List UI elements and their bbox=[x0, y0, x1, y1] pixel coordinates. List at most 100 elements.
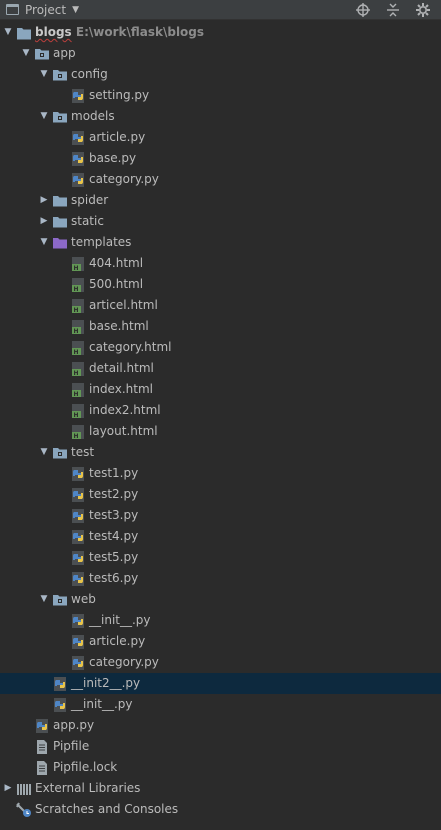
tree-row-config[interactable]: ▼ config bbox=[0, 64, 441, 85]
html-file-icon: H bbox=[70, 424, 86, 440]
python-file-icon bbox=[70, 172, 86, 188]
tree-item-label: category.py bbox=[89, 169, 159, 190]
tree-row-article-py[interactable]: article.py bbox=[0, 127, 441, 148]
tree-item-name: __init__.py bbox=[89, 613, 151, 627]
project-view-title[interactable]: Project bbox=[25, 3, 66, 17]
tree-row-setting-py[interactable]: setting.py bbox=[0, 85, 441, 106]
project-tree: ▼ blogs E:\work\flask\blogs ▼ app ▼ config set… bbox=[0, 22, 441, 820]
tree-row-index-html[interactable]: Hindex.html bbox=[0, 379, 441, 400]
tree-item-name: models bbox=[71, 109, 115, 123]
tree-row-category-html[interactable]: Hcategory.html bbox=[0, 337, 441, 358]
tree-item-label: __init__.py bbox=[71, 694, 133, 715]
tree-row-models[interactable]: ▼ models bbox=[0, 106, 441, 127]
tree-row-pipfile[interactable]: Pipfile bbox=[0, 736, 441, 757]
expand-arrow-icon[interactable]: ▼ bbox=[38, 442, 50, 463]
tree-row-articel-html[interactable]: Harticel.html bbox=[0, 295, 441, 316]
tree-row-blogs[interactable]: ▼ blogs E:\work\flask\blogs bbox=[0, 22, 441, 43]
tree-row-app-py[interactable]: app.py bbox=[0, 715, 441, 736]
tree-row-init2-py[interactable]: __init2__.py bbox=[0, 673, 441, 694]
tree-item-label: test1.py bbox=[89, 463, 138, 484]
tree-row-app[interactable]: ▼ app bbox=[0, 43, 441, 64]
view-selector-dropdown-icon[interactable]: ▼ bbox=[72, 5, 79, 15]
python-file-icon bbox=[70, 466, 86, 482]
expand-arrow-icon[interactable]: ▼ bbox=[2, 22, 14, 43]
python-file-icon bbox=[70, 88, 86, 104]
tree-row-scratches-and-consoles[interactable]: Scratches and Consoles bbox=[0, 799, 441, 820]
tree-row-external-libraries[interactable]: ▶ External Libraries bbox=[0, 778, 441, 799]
tree-item-name: index.html bbox=[89, 382, 153, 396]
tree-row-test[interactable]: ▼ test bbox=[0, 442, 441, 463]
tree-row-category-py[interactable]: category.py bbox=[0, 652, 441, 673]
tree-item-name: External Libraries bbox=[35, 781, 141, 795]
collapse-icon[interactable] bbox=[385, 2, 401, 18]
tree-item-label: test3.py bbox=[89, 505, 138, 526]
project-view-icon bbox=[6, 4, 19, 15]
tree-row-web[interactable]: ▼ web bbox=[0, 589, 441, 610]
tree-row-spider[interactable]: ▶ spider bbox=[0, 190, 441, 211]
tree-item-name: static bbox=[71, 214, 104, 228]
tree-item-label: Pipfile.lock bbox=[53, 757, 117, 778]
tree-row-detail-html[interactable]: Hdetail.html bbox=[0, 358, 441, 379]
tree-row-pipfile-lock[interactable]: Pipfile.lock bbox=[0, 757, 441, 778]
expand-arrow-icon[interactable]: ▼ bbox=[20, 43, 32, 64]
project-folder-icon bbox=[16, 25, 32, 41]
gear-icon[interactable] bbox=[415, 2, 431, 18]
tree-item-name: index2.html bbox=[89, 403, 161, 417]
tree-row-init-py[interactable]: __init__.py bbox=[0, 610, 441, 631]
tree-item-label: templates bbox=[71, 232, 131, 253]
expand-arrow-icon[interactable]: ▼ bbox=[38, 232, 50, 253]
tree-item-name: __init__.py bbox=[71, 697, 133, 711]
expand-arrow-icon[interactable]: ▼ bbox=[38, 64, 50, 85]
tree-row-static[interactable]: ▶ static bbox=[0, 211, 441, 232]
folder-icon bbox=[52, 214, 68, 230]
tree-item-name: spider bbox=[71, 193, 109, 207]
tree-row-test6-py[interactable]: test6.py bbox=[0, 568, 441, 589]
tree-row-test4-py[interactable]: test4.py bbox=[0, 526, 441, 547]
tree-row-test3-py[interactable]: test3.py bbox=[0, 505, 441, 526]
tree-row-index2-html[interactable]: Hindex2.html bbox=[0, 400, 441, 421]
text-file-icon bbox=[34, 739, 50, 755]
target-icon[interactable] bbox=[355, 2, 371, 18]
tree-item-label: app bbox=[53, 43, 76, 64]
project-path: E:\work\flask\blogs bbox=[71, 25, 205, 39]
tree-item-name: layout.html bbox=[89, 424, 158, 438]
tree-item-name: config bbox=[71, 67, 108, 81]
svg-text:H: H bbox=[74, 391, 79, 398]
python-file-icon bbox=[70, 613, 86, 629]
svg-text:H: H bbox=[74, 265, 79, 272]
collapse-arrow-icon[interactable]: ▶ bbox=[38, 211, 50, 232]
tree-item-name: test bbox=[71, 445, 95, 459]
external-libraries-icon bbox=[16, 781, 32, 797]
tree-row-article-py[interactable]: article.py bbox=[0, 631, 441, 652]
tree-row-test2-py[interactable]: test2.py bbox=[0, 484, 441, 505]
tree-row-test5-py[interactable]: test5.py bbox=[0, 547, 441, 568]
tree-item-label: setting.py bbox=[89, 85, 149, 106]
tree-row-init-py[interactable]: __init__.py bbox=[0, 694, 441, 715]
tree-row-500-html[interactable]: H 500.html bbox=[0, 274, 441, 295]
tree-item-name: app.py bbox=[53, 718, 95, 732]
python-file-icon bbox=[70, 508, 86, 524]
tree-item-label: models bbox=[71, 106, 115, 127]
tree-item-name: detail.html bbox=[89, 361, 154, 375]
tree-item-name: setting.py bbox=[89, 88, 150, 102]
tree-item-label: article.py bbox=[89, 631, 145, 652]
tree-row-category-py[interactable]: category.py bbox=[0, 169, 441, 190]
tree-row-404-html[interactable]: H 404.html bbox=[0, 253, 441, 274]
python-package-icon bbox=[52, 592, 68, 608]
html-file-icon: H bbox=[70, 403, 86, 419]
tree-item-label: Pipfile bbox=[53, 736, 89, 757]
svg-text:H: H bbox=[74, 412, 79, 419]
tree-row-templates[interactable]: ▼ templates bbox=[0, 232, 441, 253]
collapse-arrow-icon[interactable]: ▶ bbox=[38, 190, 50, 211]
tree-item-label: layout.html bbox=[89, 421, 158, 442]
tree-row-base-html[interactable]: Hbase.html bbox=[0, 316, 441, 337]
tree-row-base-py[interactable]: base.py bbox=[0, 148, 441, 169]
svg-text:H: H bbox=[74, 328, 79, 335]
python-file-icon bbox=[70, 130, 86, 146]
tree-item-name: app bbox=[53, 46, 76, 60]
tree-row-test1-py[interactable]: test1.py bbox=[0, 463, 441, 484]
expand-arrow-icon[interactable]: ▼ bbox=[38, 106, 50, 127]
collapse-arrow-icon[interactable]: ▶ bbox=[2, 778, 14, 799]
expand-arrow-icon[interactable]: ▼ bbox=[38, 589, 50, 610]
tree-row-layout-html[interactable]: Hlayout.html bbox=[0, 421, 441, 442]
